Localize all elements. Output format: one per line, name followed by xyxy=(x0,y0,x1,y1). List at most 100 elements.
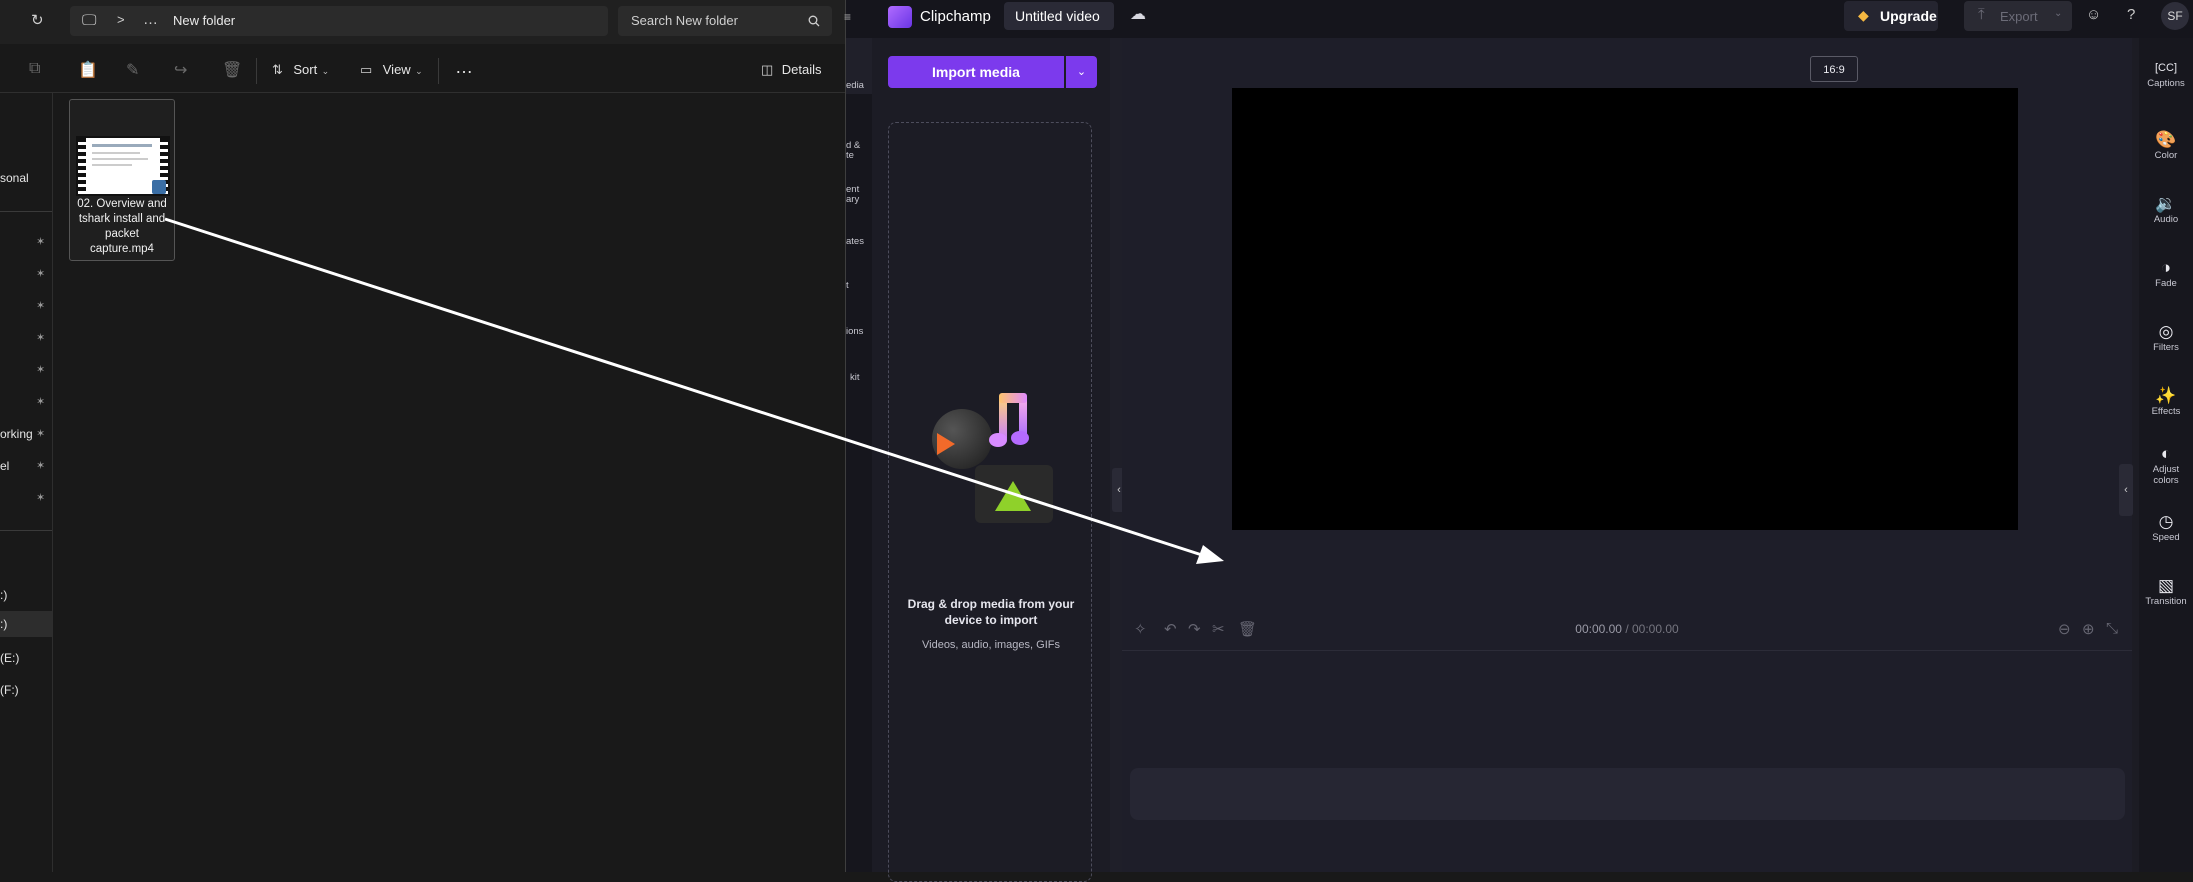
delete-icon[interactable]: 🗑 xyxy=(222,60,242,80)
rail-label[interactable]: ary xyxy=(846,194,859,205)
refresh-icon[interactable]: ↻ xyxy=(31,11,44,29)
media-drop-zone[interactable]: Drag & drop media from your device to im… xyxy=(888,122,1092,882)
file-name-label: 02. Overview and tshark install and pack… xyxy=(77,198,167,255)
pin-icon[interactable]: ✶ xyxy=(36,267,45,280)
fade-icon: ◑ xyxy=(2160,258,2172,277)
pin-icon[interactable]: ✶ xyxy=(36,459,45,472)
this-pc-icon[interactable]: 🖵 xyxy=(82,12,96,29)
copy-icon[interactable]: ⧉ xyxy=(29,60,40,78)
rename-icon[interactable]: ✎ xyxy=(126,60,139,80)
file-item-video[interactable]: 02. Overview and tshark install and pack… xyxy=(69,99,175,261)
pin-icon[interactable]: ✶ xyxy=(36,395,45,408)
nav-drive[interactable]: (F:) xyxy=(0,683,19,697)
import-media-button[interactable]: Import media xyxy=(888,56,1064,88)
view-button[interactable]: ▭ View ⌄ xyxy=(360,61,423,79)
captions-icon: [CC] xyxy=(2155,62,2177,74)
upload-icon: ⤒ xyxy=(1978,6,1985,23)
fit-timeline-icon[interactable]: ⤡ xyxy=(2106,620,2118,637)
clipchamp-top-bar: ≡ Clipchamp Untitled video ☁ ◆ Upgrade ⤒… xyxy=(844,0,2193,38)
breadcrumb-more[interactable]: … xyxy=(143,11,158,28)
hamburger-menu-icon[interactable]: ≡ xyxy=(844,10,851,24)
chevron-left-icon: ‹ xyxy=(1117,484,1121,496)
zoom-out-icon[interactable]: ⊖ xyxy=(2058,620,2071,638)
rail-label[interactable]: ions xyxy=(846,326,863,337)
upgrade-button[interactable]: ◆ Upgrade xyxy=(1844,1,1938,31)
address-box[interactable]: 🖵 > … New folder xyxy=(70,6,608,36)
toolbar-divider xyxy=(256,58,257,84)
rail-effects[interactable]: ✨ Effects xyxy=(2139,386,2193,417)
nav-drive[interactable]: (E:) xyxy=(0,651,19,665)
cloud-sync-off-icon[interactable]: ☁ xyxy=(1130,4,1146,24)
user-avatar[interactable]: SF xyxy=(2161,2,2189,30)
rail-color-label: Color xyxy=(2154,150,2178,161)
nav-drive[interactable]: :) xyxy=(0,588,7,602)
view-icon: ▭ xyxy=(360,62,373,77)
rail-fade[interactable]: ◑ Fade xyxy=(2139,258,2193,289)
paste-icon[interactable]: 📋 xyxy=(78,60,98,80)
rail-speed[interactable]: ◷ Speed xyxy=(2139,512,2193,543)
rail-adjust-colors[interactable]: ◐ Adjust colors xyxy=(2139,444,2193,486)
export-button[interactable]: ⤒ Export ⌄ xyxy=(1964,1,2072,31)
sort-button[interactable]: ⇅ Sort ⌄ xyxy=(272,61,329,79)
details-pane-button[interactable]: ◫ Details xyxy=(761,61,822,79)
rail-effects-label: Effects xyxy=(2151,406,2181,417)
pin-icon[interactable]: ✶ xyxy=(36,331,45,344)
details-label: Details xyxy=(781,62,822,77)
nav-item[interactable]: sonal xyxy=(0,171,29,185)
speedometer-icon: ◷ xyxy=(2158,512,2174,531)
help-icon[interactable]: ? xyxy=(2127,6,2135,23)
search-icon[interactable] xyxy=(808,15,820,27)
pin-icon[interactable]: ✶ xyxy=(36,235,45,248)
app-brand-name: Clipchamp xyxy=(920,8,991,25)
rail-label[interactable]: ates xyxy=(846,236,864,247)
rail-label[interactable]: t xyxy=(846,280,849,291)
thumbnail-content xyxy=(92,158,148,160)
timecode-current: 00:00.00 xyxy=(1575,622,1622,636)
explorer-search-input[interactable]: Search New folder xyxy=(618,6,832,36)
nav-drive-selected[interactable]: :) xyxy=(0,611,52,637)
aspect-ratio-button[interactable]: 16:9 xyxy=(1810,56,1858,82)
nav-item[interactable]: el xyxy=(0,459,9,473)
rail-fade-label: Fade xyxy=(2155,278,2177,289)
pin-icon[interactable]: ✶ xyxy=(36,299,45,312)
collapse-properties-panel-button[interactable]: ‹ xyxy=(2119,464,2133,516)
more-options-button[interactable]: … xyxy=(455,57,473,78)
rail-label[interactable]: kit xyxy=(850,372,860,383)
nav-item[interactable]: orking xyxy=(0,427,33,441)
import-media-dropdown[interactable]: ⌄ xyxy=(1066,56,1097,88)
pin-icon[interactable]: ✶ xyxy=(36,491,45,504)
breadcrumb-current-folder[interactable]: New folder xyxy=(173,13,235,28)
rail-filters[interactable]: ◎ Filters xyxy=(2139,322,2193,353)
rail-label[interactable]: te xyxy=(846,150,854,161)
explorer-command-bar: ⧉ 📋 ✎ ↪ 🗑 ⇅ Sort ⌄ ▭ View ⌄ … ◫ Details xyxy=(0,50,845,92)
share-icon[interactable]: ↪ xyxy=(174,60,187,80)
pin-icon[interactable]: ✶ xyxy=(36,363,45,376)
pin-icon[interactable]: ✶ xyxy=(36,427,45,440)
timecode-total: / 00:00.00 xyxy=(1625,622,1679,636)
media-panel: Import media ⌄ Drag & drop media from yo… xyxy=(872,38,1110,882)
zoom-in-icon[interactable]: ⊕ xyxy=(2082,620,2095,638)
rail-audio[interactable]: 🔉 Audio xyxy=(2139,194,2193,225)
drop-zone-subtitle: Videos, audio, images, GIFs xyxy=(922,639,1060,651)
rail-audio-label: Audio xyxy=(2153,214,2179,225)
timeline-toolbar: ✧ ↶ ↷ ✂ 🗑 00:00.00 / 00:00.00 ⊖ ⊕ ⤡ xyxy=(1122,610,2132,652)
project-title-field[interactable]: Untitled video xyxy=(1004,2,1114,30)
community-icon[interactable]: ☺ xyxy=(2086,6,2101,23)
timeline-divider xyxy=(1122,650,2132,651)
transition-icon: ▧ xyxy=(2157,576,2175,595)
rail-item-media-selected[interactable]: edia xyxy=(846,38,872,94)
palette-icon: 🎨 xyxy=(2155,130,2177,149)
diamond-icon: ◆ xyxy=(1858,7,1869,23)
rail-captions[interactable]: [CC] Captions xyxy=(2139,58,2193,89)
timeline-track[interactable] xyxy=(1130,768,2125,820)
search-placeholder: Search New folder xyxy=(631,13,738,28)
properties-rail: [CC] Captions 🎨 Color 🔉 Audio ◑ Fade ◎ F… xyxy=(2139,38,2193,872)
film-strip-left xyxy=(78,138,86,194)
video-preview xyxy=(1232,88,2018,530)
breadcrumb-separator[interactable]: > xyxy=(117,12,125,27)
rail-color[interactable]: 🎨 Color xyxy=(2139,130,2193,161)
thumbnail-content xyxy=(92,164,132,166)
rail-transition[interactable]: ▧ Transition xyxy=(2139,576,2193,607)
timecode-display: 00:00.00 / 00:00.00 xyxy=(1122,622,2132,636)
media-player-badge-icon xyxy=(152,180,166,194)
